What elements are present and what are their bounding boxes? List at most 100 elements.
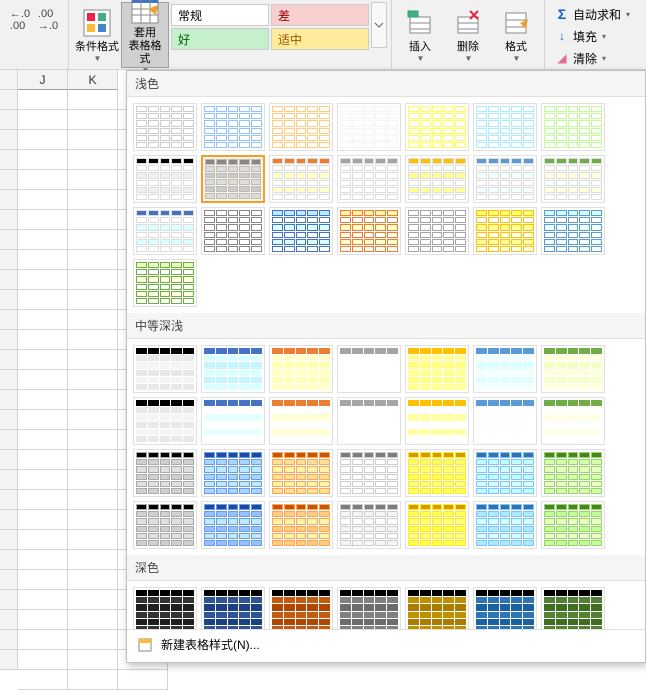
table-style-thumb[interactable] <box>337 587 401 629</box>
table-style-thumb[interactable] <box>133 207 197 255</box>
table-style-thumb[interactable] <box>201 103 265 151</box>
table-style-thumb[interactable] <box>337 207 401 255</box>
table-style-thumb[interactable] <box>473 207 537 255</box>
table-style-thumb[interactable] <box>337 103 401 151</box>
dropdown-icon: ▾ <box>602 32 606 41</box>
table-style-thumb[interactable] <box>133 587 197 629</box>
row-headers <box>0 70 18 690</box>
column-header[interactable]: K <box>68 70 118 90</box>
increase-decimal-button[interactable]: ←.0.00 <box>8 8 32 32</box>
new-table-style-button[interactable]: 新建表格样式(N)... <box>127 630 645 659</box>
table-style-thumb[interactable] <box>541 449 605 497</box>
fill-label: 填充 <box>573 28 597 45</box>
insert-button[interactable]: 插入 ▼ <box>396 2 444 68</box>
column-header[interactable]: J <box>18 70 68 90</box>
table-style-thumb[interactable] <box>541 155 605 203</box>
editing-group: Σ 自动求和 ▾ ↓ 填充 ▾ ◢ 清除 ▾ <box>545 0 640 69</box>
table-style-thumb[interactable] <box>541 207 605 255</box>
table-style-thumb[interactable] <box>201 587 265 629</box>
table-style-thumb[interactable] <box>133 449 197 497</box>
table-style-thumb[interactable] <box>473 103 537 151</box>
format-cells-icon <box>500 7 532 39</box>
autosum-label: 自动求和 <box>573 6 621 23</box>
table-style-thumb[interactable] <box>133 397 197 445</box>
table-style-thumb[interactable] <box>541 501 605 549</box>
format-as-table-label: 套用 表格格式 <box>124 27 166 67</box>
delete-button[interactable]: 删除 ▼ <box>444 2 492 68</box>
table-style-thumb[interactable] <box>541 397 605 445</box>
gallery-section-light: 浅色 <box>127 71 645 97</box>
table-style-thumb[interactable] <box>405 397 469 445</box>
dropdown-icon: ▾ <box>626 10 630 19</box>
table-style-thumb[interactable] <box>541 103 605 151</box>
conditional-formatting-button[interactable]: 条件格式 ▼ <box>73 2 121 68</box>
dropdown-icon: ▼ <box>465 54 473 63</box>
table-style-thumb[interactable] <box>541 345 605 393</box>
table-style-thumb[interactable] <box>405 103 469 151</box>
table-style-thumb[interactable] <box>269 501 333 549</box>
format-as-table-icon <box>129 0 161 25</box>
table-style-thumb[interactable] <box>201 397 265 445</box>
table-style-thumb[interactable] <box>269 155 333 203</box>
table-style-thumb[interactable] <box>133 155 197 203</box>
table-style-thumb[interactable] <box>337 449 401 497</box>
table-style-thumb[interactable] <box>337 397 401 445</box>
cells-group: 插入 ▼ 删除 ▼ 格式 ▼ <box>392 0 545 69</box>
table-style-thumb[interactable] <box>473 345 537 393</box>
table-style-thumb[interactable] <box>405 449 469 497</box>
table-style-thumb[interactable] <box>405 207 469 255</box>
table-style-thumb[interactable] <box>337 155 401 203</box>
table-style-thumb[interactable] <box>133 501 197 549</box>
table-style-thumb[interactable] <box>473 501 537 549</box>
clear-label: 清除 <box>573 50 597 67</box>
table-style-thumb[interactable] <box>269 587 333 629</box>
autosum-button[interactable]: Σ 自动求和 ▾ <box>555 4 630 24</box>
table-styles-gallery: 浅色 中等深浅 深色 新建表格样式(N)... 新建数据透视表样式(P)... <box>126 70 646 663</box>
table-style-thumb[interactable] <box>133 103 197 151</box>
gallery-footer: 新建表格样式(N)... 新建数据透视表样式(P)... <box>127 629 645 663</box>
table-style-thumb[interactable] <box>541 587 605 629</box>
fill-button[interactable]: ↓ 填充 ▾ <box>555 26 630 46</box>
delete-cells-icon <box>452 7 484 39</box>
table-style-thumb[interactable] <box>201 155 265 203</box>
new-pivot-style-button[interactable]: 新建数据透视表样式(P)... <box>127 659 645 663</box>
table-style-thumb[interactable] <box>405 345 469 393</box>
ribbon: ←.0.00 .00→.0 条件格式 ▼ 套用 表格格式 ▼ 常规 差 <box>0 0 646 70</box>
table-style-thumb[interactable] <box>405 501 469 549</box>
table-style-thumb[interactable] <box>269 103 333 151</box>
styles-group: 条件格式 ▼ 套用 表格格式 ▼ 常规 差 好 适中 <box>69 0 392 69</box>
table-style-thumb[interactable] <box>269 345 333 393</box>
table-style-thumb[interactable] <box>473 587 537 629</box>
cell-style-good[interactable]: 好 <box>171 28 269 50</box>
decrease-decimal-button[interactable]: .00→.0 <box>36 8 60 32</box>
clear-button[interactable]: ◢ 清除 ▾ <box>555 48 630 68</box>
cell-style-normal[interactable]: 常规 <box>171 4 269 26</box>
table-style-thumb[interactable] <box>133 345 197 393</box>
table-style-thumb[interactable] <box>201 345 265 393</box>
table-style-thumb[interactable] <box>405 587 469 629</box>
table-style-thumb[interactable] <box>133 259 197 307</box>
format-as-table-button[interactable]: 套用 表格格式 ▼ <box>121 2 169 68</box>
table-style-thumb[interactable] <box>405 155 469 203</box>
fill-down-icon: ↓ <box>555 29 569 43</box>
format-label: 格式 <box>505 41 527 54</box>
table-style-thumb[interactable] <box>337 345 401 393</box>
dropdown-icon: ▼ <box>94 54 102 63</box>
cell-style-bad[interactable]: 差 <box>271 4 369 26</box>
table-style-thumb[interactable] <box>473 155 537 203</box>
table-style-thumb[interactable] <box>337 501 401 549</box>
dropdown-icon: ▾ <box>602 54 606 63</box>
gallery-section-dark: 深色 <box>127 555 645 581</box>
cell-styles-more-button[interactable] <box>371 2 387 48</box>
format-button[interactable]: 格式 ▼ <box>492 2 540 68</box>
table-style-thumb[interactable] <box>201 449 265 497</box>
table-style-thumb[interactable] <box>269 449 333 497</box>
cell-style-neutral[interactable]: 适中 <box>271 28 369 50</box>
table-style-thumb[interactable] <box>269 397 333 445</box>
eraser-icon: ◢ <box>555 51 569 65</box>
table-style-thumb[interactable] <box>473 397 537 445</box>
table-style-thumb[interactable] <box>473 449 537 497</box>
table-style-thumb[interactable] <box>269 207 333 255</box>
table-style-thumb[interactable] <box>201 207 265 255</box>
table-style-thumb[interactable] <box>201 501 265 549</box>
